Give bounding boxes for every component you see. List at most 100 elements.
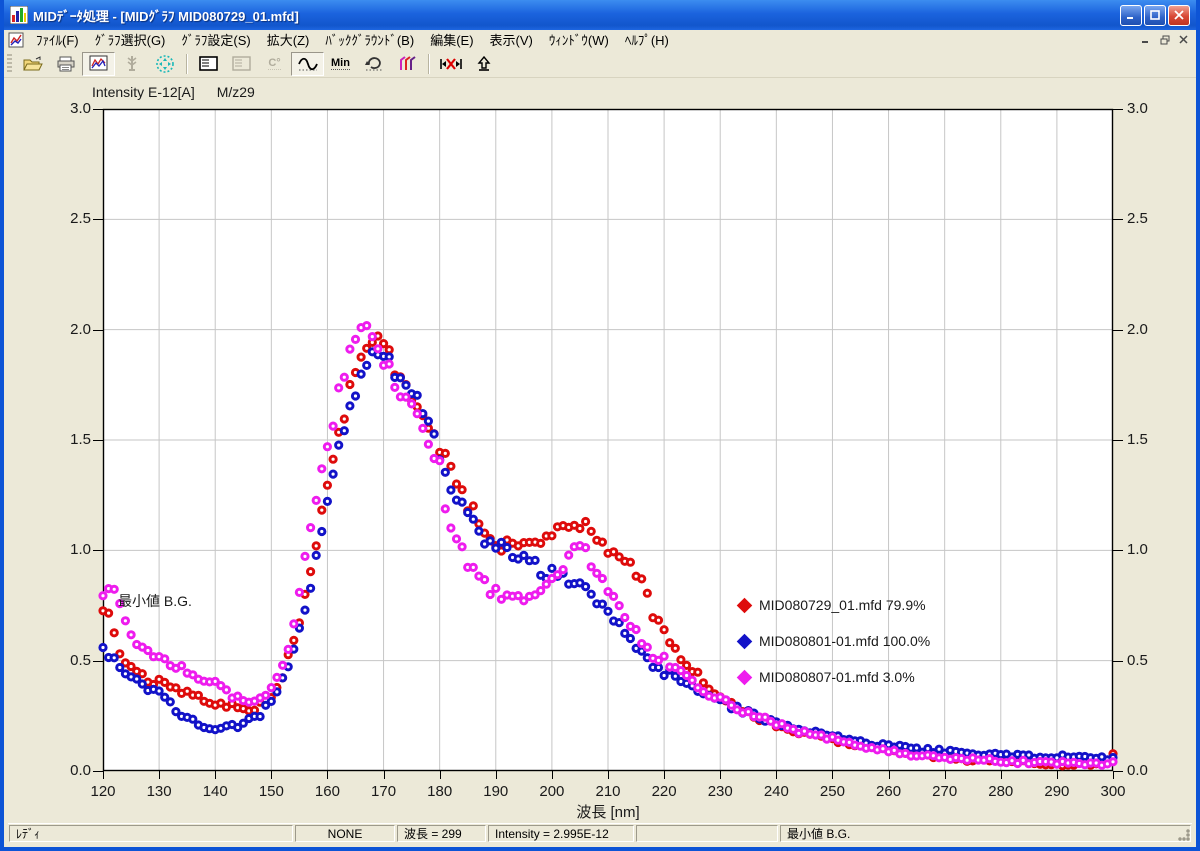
data-point [583,518,589,524]
x-tick-label: 300 [1091,783,1135,800]
data-point [459,499,465,505]
status-bg-mode: 最小値 B.G. [780,825,1191,842]
smooth-curve-button[interactable] [291,52,324,76]
x-tick [496,771,497,779]
data-point [302,553,308,559]
data-point [678,657,684,663]
data-point [453,481,459,487]
data-point [588,564,594,570]
data-point [392,384,398,390]
center-arrows-icon [156,55,174,73]
data-point [560,567,566,573]
y-tick [93,109,103,110]
x-tick [103,771,104,779]
data-point [622,614,628,620]
y-tick-label-left: 1.5 [47,431,91,448]
mdi-minimize-button[interactable] [1137,32,1154,47]
close-button[interactable] [1168,5,1190,26]
data-point [139,681,145,687]
maximize-button[interactable] [1144,5,1166,26]
window-title: MIDﾃﾞｰﾀ処理 - [MIDｸﾞﾗﾌ MID080729_01.mfd] [33,6,1120,25]
min-button[interactable]: Min [324,52,357,76]
menu-item-4[interactable]: 拡大(Z) [259,29,318,50]
minimize-button[interactable] [1120,5,1142,26]
data-point [453,536,459,542]
panel-lines-disabled-icon [232,56,251,71]
x-tick-label: 120 [81,783,125,800]
data-point [364,362,370,368]
menu-item-7[interactable]: 表示(V) [482,29,541,50]
resize-grip[interactable] [1178,829,1191,842]
up-arrow-icon [476,56,492,72]
y-tick-label-left: 2.5 [47,210,91,227]
toolbar: C° Min [4,50,1196,78]
open-file-button[interactable] [16,52,49,76]
menu-item-8[interactable]: ｳｨﾝﾄﾞｳ(W) [541,29,617,50]
titlebar: MIDﾃﾞｰﾀ処理 - [MIDｸﾞﾗﾌ MID080729_01.mfd] [4,0,1196,30]
menu-item-9[interactable]: ﾍﾙﾌﾟ(H) [617,29,677,50]
data-point [425,441,431,447]
data-point [139,671,145,677]
data-point [352,393,358,399]
data-point [347,381,353,387]
fit-view-button[interactable] [148,52,181,76]
menu-item-5[interactable]: ﾊﾞｯｸｸﾞﾗｳﾝﾄﾞ(B) [317,29,422,50]
min-icon: Min [331,57,350,70]
data-point [162,656,168,662]
data-point [661,627,667,633]
y-tick-label-right: 0.0 [1127,762,1177,779]
menubar: ﾌｧｲﾙ(F)ｸﾞﾗﾌ選択(G)ｸﾞﾗﾌ設定(S)拡大(Z)ﾊﾞｯｸｸﾞﾗｳﾝﾄ… [4,30,1196,50]
y-tick-label-left: 1.0 [47,541,91,558]
plot-area[interactable] [103,109,1113,771]
export-up-button[interactable] [467,52,500,76]
panel-layout-button[interactable] [192,52,225,76]
x-tick [1113,771,1114,779]
data-point [117,664,123,670]
print-button[interactable] [49,52,82,76]
menu-item-6[interactable]: 編集(E) [422,29,481,50]
reset-zoom-button[interactable] [434,52,467,76]
overlay-graphs-button[interactable] [390,52,423,76]
menu-item-1[interactable]: ﾌｧｲﾙ(F) [28,29,87,50]
data-point [386,361,392,367]
status-intensity: Intensity = 2.995E-12 [488,825,634,842]
y-tick [1113,330,1123,331]
app-icon [10,6,28,24]
x-tick-label: 190 [474,783,518,800]
data-point [599,601,605,607]
data-point [308,525,314,531]
mdi-restore-button[interactable] [1156,32,1173,47]
data-point [145,647,151,653]
data-point [655,617,661,623]
data-point [409,401,415,407]
chart-title: Intensity E-12[A]M/z29 [92,84,255,100]
status-mode: NONE [295,825,395,842]
data-point [308,569,314,575]
data-point [442,506,448,512]
y-tick [1113,771,1123,772]
data-point [330,423,336,429]
mdi-close-button[interactable] [1175,32,1192,47]
data-point [190,716,196,722]
x-tick-label: 280 [979,783,1023,800]
x-tick-label: 240 [754,783,798,800]
menu-item-2[interactable]: ｸﾞﾗﾌ選択(G) [87,29,174,50]
y-tick [93,219,103,220]
marker-tool-button [115,52,148,76]
toolbar-grip[interactable] [7,54,12,74]
data-point [493,545,499,551]
y-tick-label-right: 1.0 [1127,541,1177,558]
data-point [599,539,605,545]
refresh-button[interactable] [357,52,390,76]
data-point [723,697,729,703]
panel-lines-icon [199,56,218,71]
data-point [459,544,465,550]
data-point [330,456,336,462]
graph-view-button[interactable] [82,52,115,76]
legend-label: MID080729_01.mfd 79.9% [759,597,926,613]
data-point [414,411,420,417]
data-point [364,323,370,329]
menu-item-3[interactable]: ｸﾞﾗﾌ設定(S) [173,29,258,50]
data-point [689,677,695,683]
data-point [100,593,106,599]
